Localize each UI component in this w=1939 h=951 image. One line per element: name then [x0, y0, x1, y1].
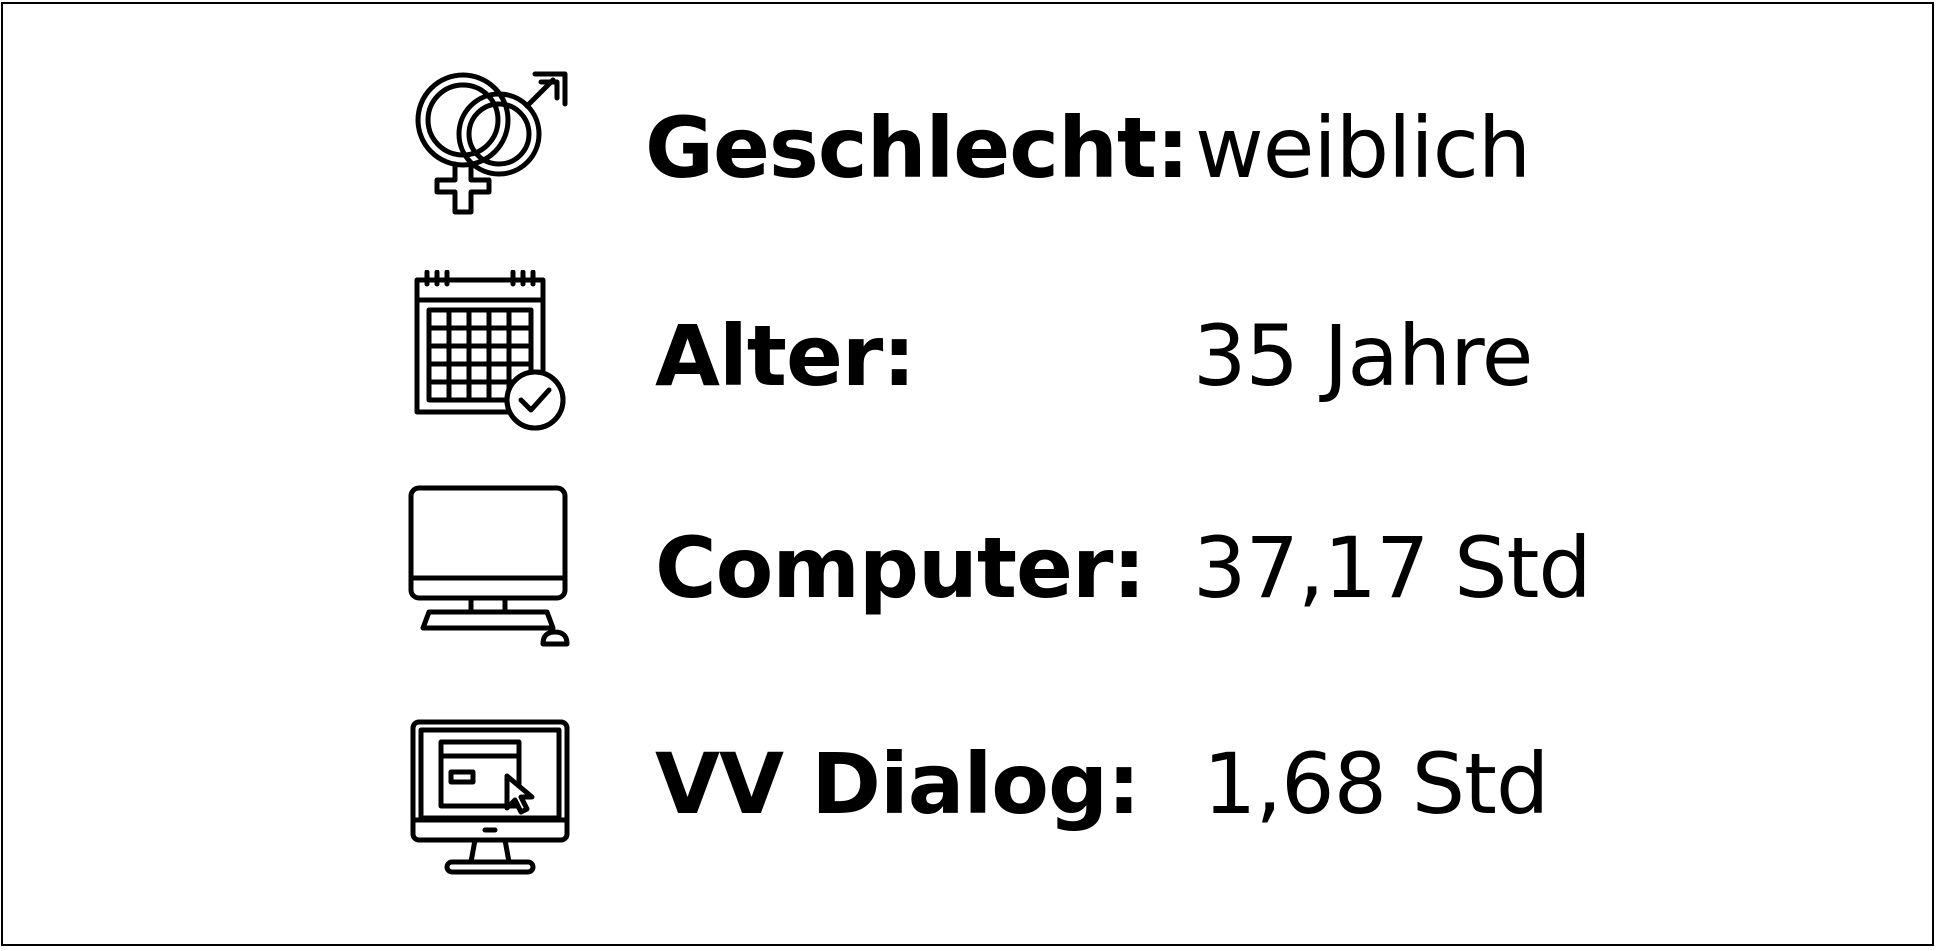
row-value: weiblich [1195, 99, 1531, 197]
row-value: 37,17 Std [1193, 519, 1592, 617]
monitor-dialog-cursor-icon [403, 714, 578, 884]
row-label: VV Dialog: [655, 735, 1141, 833]
row-vv-dialog: VV Dialog: 1,68 Std [3, 714, 1932, 884]
row-geschlecht: Geschlecht: weiblich [3, 62, 1932, 232]
row-computer: Computer: 37,17 Std [3, 482, 1932, 652]
row-value: 1,68 Std [1203, 735, 1549, 833]
info-panel: Geschlecht: weiblich Alter: 35 Jahre Com… [1, 2, 1934, 946]
row-label: Computer: [655, 519, 1146, 617]
calendar-clock-icon [403, 270, 578, 440]
row-value: 35 Jahre [1193, 307, 1533, 405]
row-label: Geschlecht: [645, 99, 1190, 197]
row-label: Alter: [655, 307, 916, 405]
gender-icon [403, 62, 578, 232]
row-alter: Alter: 35 Jahre [3, 270, 1932, 440]
computer-icon [403, 482, 578, 652]
